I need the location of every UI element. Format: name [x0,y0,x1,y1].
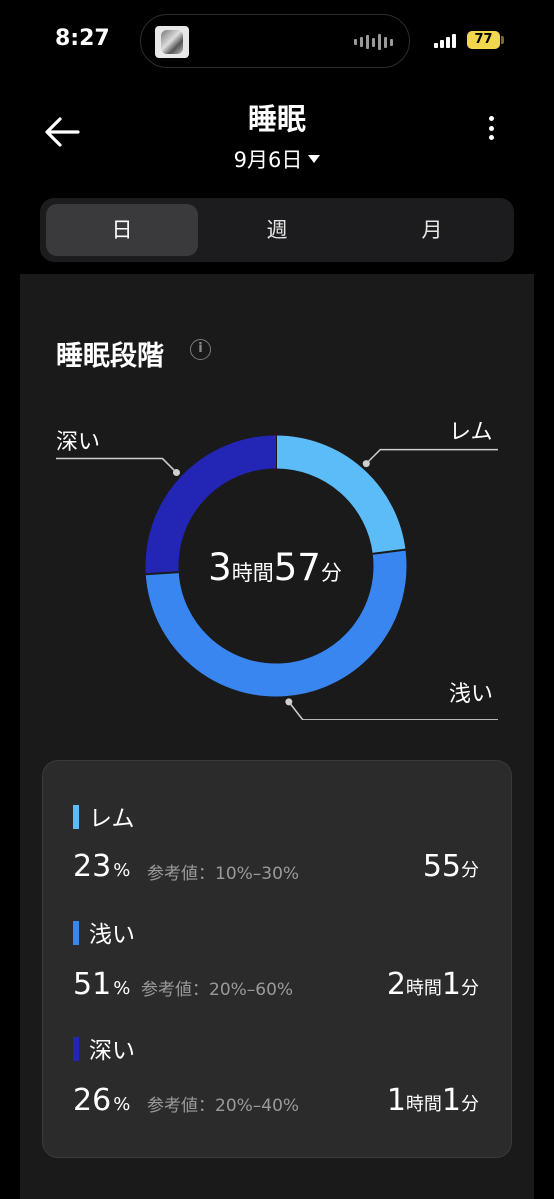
page-title: 睡眠 [247,102,306,136]
stage-reference-rem: 参考値：10%–30% [147,864,300,884]
section-title: 睡眠段階 [56,341,164,372]
tab-month[interactable]: 月 [356,204,508,256]
stage-color-bar [73,1037,79,1061]
stage-title-light: 浅い [73,915,135,949]
leader-line-deep [56,457,178,474]
stage-color-bar [73,921,79,945]
more-options-button[interactable] [482,116,500,146]
album-art-thumbnail [155,26,189,58]
info-icon[interactable]: i [190,339,211,360]
stage-percent-light: 51% [73,967,131,1002]
dynamic-island[interactable] [140,14,410,68]
date-selector[interactable]: 9月6日 [0,144,554,174]
status-time: 8:27 [55,26,110,51]
total-sleep-time: 3時間57分 [208,546,342,589]
stage-color-bar [73,805,79,829]
stage-percent-rem: 23% [73,849,131,884]
battery-icon: 77 [467,31,500,49]
tab-week[interactable]: 週 [201,204,353,256]
stage-duration-rem: 55分 [422,849,479,884]
stage-percent-deep: 26% [73,1083,131,1118]
battery-tip [501,36,504,44]
stage-duration-light: 2時間1分 [386,967,479,1002]
chart-label-rem: レム [449,420,493,445]
stage-duration-deep: 1時間1分 [386,1083,479,1118]
tab-day[interactable]: 日 [46,204,198,256]
cellular-signal-icon [434,34,456,48]
stage-reference-deep: 参考値：20%–40% [147,1096,300,1116]
stage-breakdown-card: レム 23% 参考値：10%–30% 55分 浅い 51% 参考値：20%–60… [42,760,512,1158]
donut-slice-rem [275,435,406,555]
leader-line-rem [365,448,498,465]
stage-reference-light: 参考値：20%–60% [141,980,294,1000]
audio-waveform-icon [354,34,393,50]
stage-title-deep: 深い [73,1031,135,1065]
chart-label-deep: 深い [56,430,101,455]
date-label: 9月6日 [233,148,303,172]
caret-down-icon [308,155,321,163]
period-tabs: 日 週 月 [40,198,514,262]
chart-label-light: 浅い [449,682,494,707]
stage-title-rem: レム [73,799,135,833]
